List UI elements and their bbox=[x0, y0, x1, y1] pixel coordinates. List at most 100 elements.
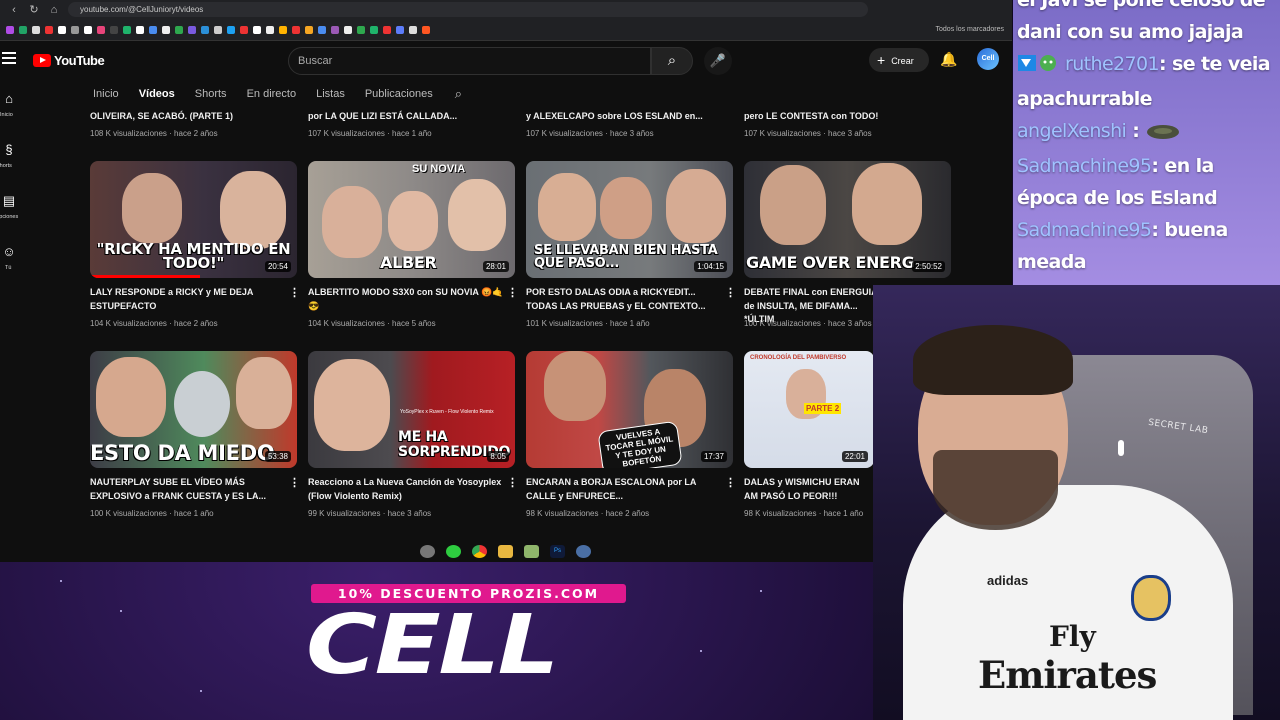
avatar[interactable]: Cell bbox=[977, 48, 999, 70]
bookmark-icon[interactable] bbox=[19, 25, 27, 34]
bookmark-icon[interactable] bbox=[370, 25, 378, 34]
bookmark-icon[interactable] bbox=[6, 25, 14, 34]
sidebar-item-tu[interactable]: ☺ Tú bbox=[0, 239, 28, 290]
bookmark-icon[interactable] bbox=[253, 25, 261, 34]
more-options-icon[interactable]: ⋮ bbox=[507, 478, 518, 489]
photoshop-icon[interactable]: Ps bbox=[550, 544, 565, 558]
bookmark-icon[interactable] bbox=[32, 25, 40, 34]
video-title[interactable]: Reacciono a La Nueva Canción de Yosoyple… bbox=[308, 476, 506, 503]
sidebar-item-suscripciones[interactable]: ▤ Suscripciones bbox=[0, 188, 28, 239]
bookmark-icon[interactable] bbox=[149, 25, 157, 34]
more-options-icon[interactable]: ⋮ bbox=[289, 288, 300, 299]
bookmark-icon[interactable] bbox=[344, 25, 352, 34]
video-title[interactable]: LALY RESPONDE a RICKY y ME DEJA ESTUPEFA… bbox=[90, 286, 288, 313]
video-thumbnail[interactable]: SU NOVIA ALBER 28:01 bbox=[308, 161, 515, 278]
video-title[interactable]: NAUTERPLAY SUBE EL VÍDEO MÁS EXPLOSIVO a… bbox=[90, 476, 288, 503]
video-title[interactable]: POR ESTO DALAS ODIA a RICKYEDIT... TODAS… bbox=[526, 286, 724, 313]
bookmark-icon[interactable] bbox=[318, 25, 326, 34]
app-icon[interactable] bbox=[524, 544, 539, 558]
video-title[interactable]: ALBERTITO MODO S3X0 con SU NOVIA 😡🤙😎 bbox=[308, 286, 506, 313]
bookmark-icon[interactable] bbox=[422, 25, 430, 34]
more-options-icon[interactable]: ⋮ bbox=[289, 478, 300, 489]
back-icon[interactable]: ‹ bbox=[8, 4, 20, 16]
video-thumbnail[interactable]: VUELVES A TOCAR EL MÓVIL Y TE DOY UN BOF… bbox=[526, 351, 733, 468]
bookmark-icon[interactable] bbox=[175, 25, 183, 34]
earbud bbox=[1118, 440, 1124, 456]
bookmark-icon[interactable] bbox=[357, 25, 365, 34]
video-duration: 20:54 bbox=[264, 261, 291, 272]
bookmark-icon[interactable] bbox=[136, 25, 144, 34]
video-thumbnail[interactable]: YoSoyPlex x Ruven - Flow Violento Remix … bbox=[308, 351, 515, 468]
bookmark-icon[interactable] bbox=[227, 25, 235, 34]
chat-message: el Javi se pone celoso de bbox=[1017, 0, 1280, 16]
chat-username[interactable]: angelXenshi bbox=[1017, 120, 1127, 142]
app-icon[interactable] bbox=[420, 544, 435, 558]
bookmark-icon[interactable] bbox=[84, 25, 92, 34]
bookmark-icon[interactable] bbox=[97, 25, 105, 34]
tab-inicio[interactable]: Inicio bbox=[93, 88, 119, 104]
tab-publicaciones[interactable]: Publicaciones bbox=[365, 88, 433, 104]
bookmark-icon[interactable] bbox=[266, 25, 274, 34]
video-thumbnail[interactable]: SE LLEVABAN BIEN HASTA QUE PASÓ... 1:04:… bbox=[526, 161, 733, 278]
shirt-sponsor-line2: Emirates bbox=[978, 653, 1157, 697]
search-input[interactable]: Buscar bbox=[288, 47, 651, 75]
video-title[interactable]: y ALEXELCAPO sobre LOS ESLAND en... bbox=[526, 110, 724, 124]
video-title[interactable]: pero LE CONTESTA con TODO! bbox=[744, 110, 942, 124]
more-options-icon[interactable]: ⋮ bbox=[507, 288, 518, 299]
more-options-icon[interactable]: ⋮ bbox=[725, 478, 736, 489]
bookmark-icon[interactable] bbox=[331, 25, 339, 34]
promo-code: CELL bbox=[306, 598, 559, 693]
search-button[interactable]: ⌕ bbox=[651, 47, 693, 75]
menu-icon[interactable] bbox=[2, 52, 16, 64]
bookmark-icon[interactable] bbox=[240, 25, 248, 34]
video-thumbnail[interactable]: GAME OVER ENERG 2:50:52 bbox=[744, 161, 951, 278]
bookmark-icon[interactable] bbox=[110, 25, 118, 34]
tab-videos[interactable]: Vídeos bbox=[139, 88, 175, 104]
app-icon[interactable] bbox=[576, 544, 591, 558]
chat-message: dani con su amo jajaja bbox=[1017, 16, 1280, 48]
notifications-bell-icon[interactable]: 🔔 bbox=[940, 51, 957, 68]
sidebar-item-shorts[interactable]: § Shorts bbox=[0, 137, 28, 188]
folder-icon[interactable] bbox=[498, 544, 513, 558]
tab-shorts[interactable]: Shorts bbox=[195, 88, 227, 104]
video-thumbnail[interactable]: CRONOLOGÍA DEL PAMBIVERSO PARTE 2 22:01 bbox=[744, 351, 874, 468]
bookmark-icon[interactable] bbox=[383, 25, 391, 34]
youtube-logo[interactable]: YouTube bbox=[33, 53, 105, 68]
bookmark-icon[interactable] bbox=[201, 25, 209, 34]
you-icon: ☺ bbox=[2, 244, 16, 259]
bookmark-icon[interactable] bbox=[214, 25, 222, 34]
bookmark-icon[interactable] bbox=[396, 25, 404, 34]
video-title[interactable]: por LA QUE LIZI ESTÁ CALLADA... bbox=[308, 110, 506, 124]
all-bookmarks-link[interactable]: Todos los marcadores bbox=[936, 26, 1012, 33]
video-thumbnail[interactable]: ESTO DA MIEDO 53:38 bbox=[90, 351, 297, 468]
app-icon[interactable] bbox=[446, 544, 461, 558]
channel-search-icon[interactable]: ⌕ bbox=[455, 86, 462, 106]
bookmark-icon[interactable] bbox=[188, 25, 196, 34]
chat-username[interactable]: Sadmachine95 bbox=[1017, 155, 1152, 177]
bookmark-icon[interactable] bbox=[162, 25, 170, 34]
create-button[interactable]: + Crear bbox=[869, 48, 929, 72]
bookmark-icon[interactable] bbox=[409, 25, 417, 34]
video-thumbnail[interactable]: "RICKY HA MENTIDO EN TODO!" 20:54 bbox=[90, 161, 297, 278]
bookmark-icon[interactable] bbox=[123, 25, 131, 34]
tab-en-directo[interactable]: En directo bbox=[247, 88, 297, 104]
reload-icon[interactable]: ↻ bbox=[28, 3, 40, 16]
more-options-icon[interactable]: ⋮ bbox=[725, 288, 736, 299]
bookmark-icon[interactable] bbox=[58, 25, 66, 34]
bookmark-icon[interactable] bbox=[71, 25, 79, 34]
sidebar-item-inicio[interactable]: ⌂ Inicio bbox=[0, 86, 28, 137]
video-title[interactable]: ENCARAN a BORJA ESCALONA por LA CALLE y … bbox=[526, 476, 724, 503]
bookmark-icon[interactable] bbox=[292, 25, 300, 34]
bookmark-icon[interactable] bbox=[279, 25, 287, 34]
url-field[interactable]: youtube.com/@CellJunioryt/videos bbox=[68, 2, 868, 17]
chat-username[interactable]: Sadmachine95 bbox=[1017, 219, 1152, 241]
voice-search-button[interactable]: 🎤 bbox=[704, 47, 732, 75]
video-title[interactable]: DALAS y WISMICHU ERAN AM PASÓ LO PEOR!!! bbox=[744, 476, 874, 503]
bookmark-icon[interactable] bbox=[45, 25, 53, 34]
chrome-icon[interactable] bbox=[472, 544, 487, 558]
video-title[interactable]: OLIVEIRA, SE ACABÓ. (PARTE 1) bbox=[90, 110, 288, 124]
bookmark-icon[interactable] bbox=[305, 25, 313, 34]
tab-listas[interactable]: Listas bbox=[316, 88, 345, 104]
chat-username[interactable]: ruthe2701 bbox=[1065, 53, 1160, 75]
home-icon[interactable]: ⌂ bbox=[48, 4, 60, 16]
